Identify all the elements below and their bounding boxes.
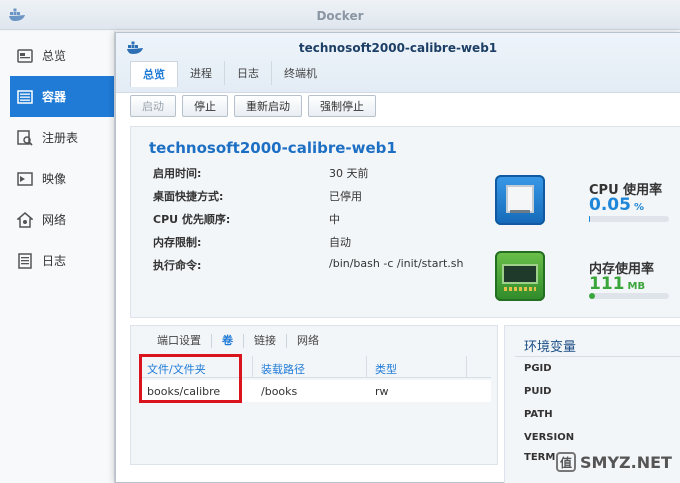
sidebar-item-log[interactable]: 日志 [0,240,114,281]
subtab-port-settings[interactable]: 端口设置 [147,334,212,348]
cell-mount-path: /books [261,385,298,398]
cpu-icon [495,175,545,225]
stop-button[interactable]: 停止 [182,95,228,117]
info-key: 启用时间: [153,167,202,180]
window-header: technosoft2000-calibre-web1 总览 进程 日志 终端机 [116,33,680,93]
container-icon [16,88,34,106]
info-key: 桌面快捷方式: [153,190,224,203]
tab-terminal[interactable]: 终端机 [272,61,329,85]
cpu-usage-value: 0.05% [589,195,644,215]
memory-usage-value: 111 MB [589,274,645,294]
start-button[interactable]: 启动 [130,95,176,117]
sidebar-item-container[interactable]: 容器 [10,76,114,117]
sidebar-item-label: 日志 [42,254,67,268]
env-var-name: PATH [524,409,553,420]
cpu-usage-number: 0.05 [589,195,631,215]
subtab-links[interactable]: 链接 [244,334,287,348]
restart-button[interactable]: 重新启动 [234,95,302,117]
docker-title-bar: Docker [0,0,680,30]
registry-icon [16,129,34,147]
watermark-text: SMYZ.NET [580,452,672,472]
sidebar-item-label: 总览 [42,49,67,63]
info-key: 执行命令: [153,259,202,272]
overview-icon [16,47,34,65]
env-var-name: TERM [524,452,556,460]
container-info-panel: technosoft2000-calibre-web1 启用时间: 30 天前 … [130,126,680,318]
detail-subtabs: 端口设置 卷 链接 网络 [147,334,329,348]
cell-type: rw [375,385,389,398]
watermark: 值 SMYZ.NET [556,452,672,472]
highlight-box [139,354,242,403]
sidebar-item-registry[interactable]: 注册表 [0,117,114,158]
watermark-logo-icon: 值 [556,452,576,472]
column-header-type[interactable]: 类型 [367,356,467,377]
memory-usage-number: 111 [589,274,625,294]
tab-process[interactable]: 进程 [178,61,225,85]
sidebar-item-label: 容器 [42,90,67,104]
tab-bar: 总览 进程 日志 终端机 [130,61,329,87]
image-icon [16,170,34,188]
toolbar: 启动 停止 重新启动 强制停止 [130,95,376,117]
info-value: 已停用 [329,190,362,203]
cpu-usage-bar [589,216,669,222]
env-var-name: PUID [524,386,552,397]
sidebar-item-label: 映像 [42,172,67,186]
container-detail-window: technosoft2000-calibre-web1 总览 进程 日志 终端机… [115,32,680,483]
memory-usage-bar [589,293,669,299]
network-icon [16,211,34,229]
window-title: technosoft2000-calibre-web1 [298,41,498,55]
sidebar-item-overview[interactable]: 总览 [0,35,114,76]
sidebar-item-label: 注册表 [42,131,79,145]
env-divider [515,356,680,357]
sidebar-item-label: 网络 [42,213,67,227]
force-stop-button[interactable]: 强制停止 [308,95,376,117]
info-value: 中 [329,213,340,226]
info-value: 30 天前 [329,167,369,180]
container-name: technosoft2000-calibre-web1 [149,139,397,157]
cpu-usage-fill [589,216,591,222]
sidebar-item-image[interactable]: 映像 [0,158,114,199]
memory-usage-unit: MB [627,281,646,292]
env-title: 环境变量 [524,340,577,355]
column-header-mount-path[interactable]: 装载路径 [253,356,367,377]
tab-log[interactable]: 日志 [225,61,272,85]
subtab-volume[interactable]: 卷 [212,334,244,348]
subtab-network[interactable]: 网络 [287,334,329,348]
info-value: 自动 [329,236,351,249]
memory-usage-fill [589,293,596,299]
info-value: /bin/bash -c /init/start.sh [329,257,464,270]
memory-icon [495,251,545,301]
cpu-usage-unit: % [633,202,644,213]
tab-overview[interactable]: 总览 [130,61,178,87]
sidebar: 总览 容器 注册表 映像 网络 日志 [0,31,115,483]
info-key: 内存限制: [153,236,202,249]
log-icon [16,252,34,270]
env-var-name: PGID [524,363,552,374]
info-key: CPU 优先顺序: [153,213,231,226]
sidebar-item-network[interactable]: 网络 [0,199,114,240]
env-var-name: VERSION [524,432,575,443]
app-title: Docker [316,9,364,23]
